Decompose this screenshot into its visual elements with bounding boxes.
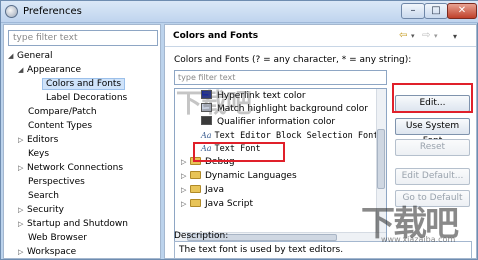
tree-item-workspace[interactable]: ▷ Workspace xyxy=(18,245,76,259)
back-history-dropdown-icon[interactable]: ▾ xyxy=(411,32,415,40)
tree-item-label: Label Decorations xyxy=(46,93,128,103)
tree-item-colors-and-fonts[interactable]: Colors and Fonts xyxy=(42,77,126,91)
list-item-label: Java Script xyxy=(205,199,253,209)
collapsed-arrow-icon[interactable]: ▷ xyxy=(18,203,27,217)
folder-icon xyxy=(190,171,201,179)
tree-item-content-types[interactable]: Content Types xyxy=(28,119,92,133)
view-menu-icon[interactable]: ▾ xyxy=(453,32,457,41)
list-item-label: Java xyxy=(205,185,225,195)
reset-button[interactable]: Reset xyxy=(395,139,470,156)
forward-history-dropdown-icon[interactable]: ▾ xyxy=(434,32,438,40)
close-button[interactable]: ✕ xyxy=(447,3,477,19)
collapsed-arrow-icon[interactable]: ▷ xyxy=(18,133,27,147)
folder-icon xyxy=(190,199,201,207)
collapsed-arrow-icon[interactable]: ▷ xyxy=(181,184,190,197)
tree-item-label: Editors xyxy=(27,135,59,145)
tree-filter-input[interactable]: type filter text xyxy=(8,30,158,46)
collapsed-arrow-icon[interactable]: ▷ xyxy=(181,198,190,211)
page-header: Colors and Fonts ⇦ ▾ ⇨ ▾ ▾ xyxy=(165,25,476,47)
collapsed-arrow-icon[interactable]: ▷ xyxy=(181,156,190,169)
tree-item-label-decorations[interactable]: Label Decorations xyxy=(46,91,127,105)
font-icon: Aa xyxy=(201,131,212,140)
tree-item-label: Colors and Fonts xyxy=(42,78,126,90)
use-system-font-button[interactable]: Use System Font xyxy=(395,118,470,146)
tree-item-compare-patch[interactable]: Compare/Patch xyxy=(28,105,97,119)
tree-item-label: Perspectives xyxy=(28,177,85,187)
description-label: Description: xyxy=(174,231,229,241)
collapsed-arrow-icon[interactable]: ▷ xyxy=(18,161,27,175)
minimize-button[interactable]: – xyxy=(401,3,425,19)
expanded-arrow-icon[interactable]: ◢ xyxy=(18,63,27,77)
tree-item-keys[interactable]: Keys xyxy=(28,147,49,161)
list-item-block-selection-font[interactable]: Aa Text Editor Block Selection Font xyxy=(201,129,378,142)
tree-item-security[interactable]: ▷ Security xyxy=(18,203,64,217)
preferences-tree-panel: type filter text ◢ General ◢ Appearance Co… xyxy=(3,24,161,259)
edit-default-button[interactable]: Edit Default... xyxy=(395,168,470,185)
tree-item-label: Keys xyxy=(28,149,50,159)
window-title: Preferences xyxy=(23,6,82,17)
title-bar: Preferences – □ ✕ xyxy=(1,1,478,23)
tree-item-perspectives[interactable]: Perspectives xyxy=(28,175,85,189)
list-item-java-script[interactable]: ▷ Java Script xyxy=(181,198,253,211)
tree-item-startup-and-shutdown[interactable]: ▷ Startup and Shutdown xyxy=(18,217,128,231)
tree-item-label: Search xyxy=(28,191,59,201)
tree-item-label: Web Browser xyxy=(28,233,87,243)
page-title: Colors and Fonts xyxy=(173,31,259,41)
watermark-overlay: 下载吧 xyxy=(176,89,252,119)
maximize-button[interactable]: □ xyxy=(424,3,448,19)
list-item-label: Dynamic Languages xyxy=(205,171,297,181)
preferences-window: Preferences – □ ✕ type filter text ◢ Gene… xyxy=(0,0,478,260)
collapsed-arrow-icon[interactable]: ▷ xyxy=(18,217,27,231)
back-arrow-icon[interactable]: ⇦ xyxy=(399,30,407,41)
expanded-arrow-icon[interactable]: ◢ xyxy=(8,49,17,63)
collapsed-arrow-icon[interactable]: ▷ xyxy=(18,245,27,259)
forward-arrow-icon[interactable]: ⇨ xyxy=(422,30,430,41)
edit-button-highlight xyxy=(392,83,473,113)
tree-item-label: Startup and Shutdown xyxy=(27,219,128,229)
tree-item-label: Workspace xyxy=(27,247,77,257)
tree-item-search[interactable]: Search xyxy=(28,189,59,203)
tree-item-appearance[interactable]: ◢ Appearance xyxy=(18,63,81,77)
tree-item-label: Compare/Patch xyxy=(28,107,97,117)
tree-item-label: Network Connections xyxy=(27,163,124,173)
tree-item-label: Security xyxy=(27,205,64,215)
collapsed-arrow-icon[interactable]: ▷ xyxy=(181,170,190,183)
tree-item-editors[interactable]: ▷ Editors xyxy=(18,133,58,147)
tree-item-label: General xyxy=(17,51,53,61)
eclipse-icon xyxy=(5,5,18,18)
tree-item-general[interactable]: ◢ General xyxy=(8,49,52,63)
list-item-dynamic-languages[interactable]: ▷ Dynamic Languages xyxy=(181,170,297,183)
tree-item-label: Appearance xyxy=(27,65,82,75)
scrollbar-thumb[interactable] xyxy=(377,129,385,189)
watermark-url: www.xiazaiba.com xyxy=(381,235,456,244)
folder-icon xyxy=(190,185,201,193)
tree-item-network-connections[interactable]: ▷ Network Connections xyxy=(18,161,123,175)
list-item-java[interactable]: ▷ Java xyxy=(181,184,224,197)
tree-item-web-browser[interactable]: Web Browser xyxy=(28,231,87,245)
text-font-highlight xyxy=(193,142,285,162)
page-description: Colors and Fonts (? = any character, * =… xyxy=(174,55,412,65)
list-item-label: Text Editor Block Selection Font xyxy=(214,131,379,141)
tree-item-label: Content Types xyxy=(28,121,93,131)
